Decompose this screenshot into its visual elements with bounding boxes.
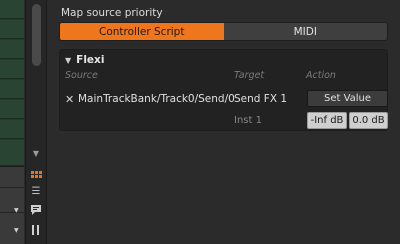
- track-lane[interactable]: [0, 0, 24, 19]
- track-lane[interactable]: [0, 140, 24, 166]
- set-value-button[interactable]: Set Value: [307, 90, 388, 107]
- track-lane[interactable]: [0, 60, 24, 79]
- track-header-area: ▼ ▼: [0, 166, 24, 244]
- dropdown-caret-icon[interactable]: ▼: [14, 207, 19, 214]
- grid-icon[interactable]: [26, 166, 46, 182]
- triangle-down-icon[interactable]: ▼: [65, 56, 71, 65]
- close-icon[interactable]: ✕: [65, 93, 74, 106]
- dropdown-caret-icon[interactable]: ▼: [14, 227, 19, 234]
- column-header-action: Action: [306, 70, 336, 81]
- chevron-down-icon[interactable]: ▼: [26, 146, 46, 162]
- mixer-icon[interactable]: [26, 222, 46, 238]
- track-lane[interactable]: [0, 100, 24, 119]
- controller-mapping-panel: Map source priority Controller Script MI…: [48, 0, 400, 244]
- list-icon[interactable]: ☰: [26, 184, 46, 200]
- mapping-target[interactable]: Send FX 1: [234, 93, 287, 105]
- track-lane[interactable]: [0, 20, 24, 39]
- scrollbar-thumb[interactable]: [32, 4, 41, 66]
- column-header-source: Source: [65, 70, 98, 81]
- midi-button[interactable]: MIDI: [223, 23, 387, 40]
- track-lane[interactable]: [0, 80, 24, 99]
- track-strip: ▼ ▼: [0, 0, 24, 244]
- column-header-target: Target: [234, 70, 265, 81]
- section-title: Map source priority: [61, 7, 163, 19]
- mapping-source: MainTrackBank/Track0/Send/0: [78, 93, 235, 105]
- flexi-title: Flexi: [76, 54, 105, 66]
- map-source-toggle: Controller Script MIDI: [59, 22, 388, 41]
- flexi-header[interactable]: ▼ Flexi: [65, 54, 104, 66]
- track-lane[interactable]: [0, 40, 24, 59]
- controller-script-button[interactable]: Controller Script: [60, 23, 224, 40]
- inspector-tool-column: ▼ ☰: [26, 140, 46, 244]
- max-value-field[interactable]: 0.0 dB: [349, 112, 388, 129]
- mapping-sub-target: Inst 1: [234, 115, 262, 126]
- flexi-mapping-box: ▼ Flexi Source Target Action ✕ MainTrack…: [59, 49, 388, 131]
- min-value-field[interactable]: -Inf dB: [307, 112, 347, 129]
- track-lane[interactable]: [0, 120, 24, 139]
- speech-bubble-icon[interactable]: [26, 202, 46, 218]
